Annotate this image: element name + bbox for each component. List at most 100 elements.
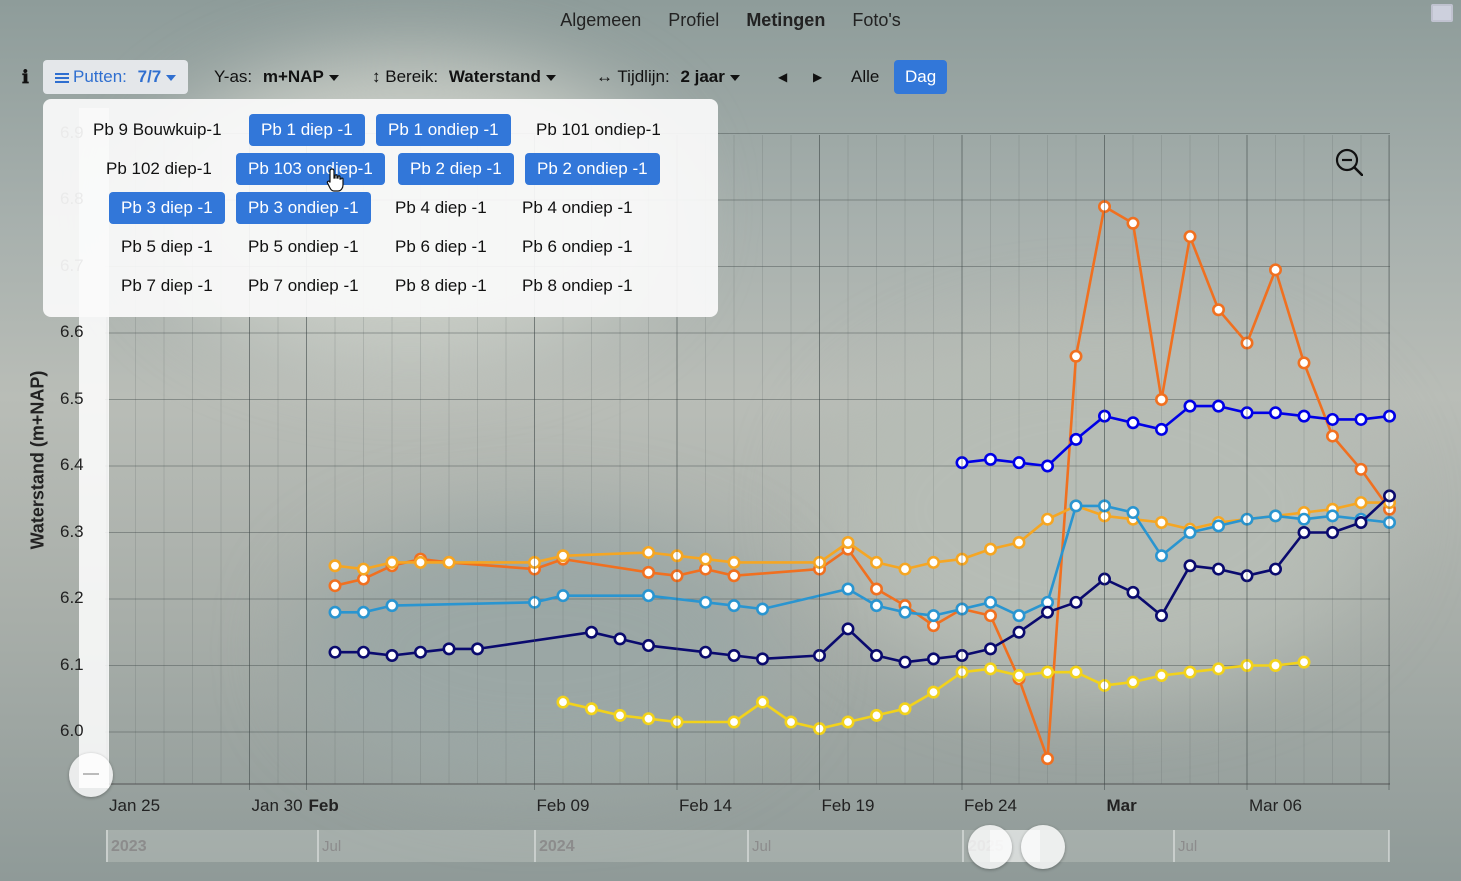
data-point xyxy=(641,565,655,579)
data-point xyxy=(1297,409,1311,423)
data-point xyxy=(556,695,570,709)
info-icon[interactable]: ℹ xyxy=(22,60,29,94)
data-point xyxy=(641,639,655,653)
well-pb-1-diep[interactable]: Pb 1 diep -1 xyxy=(249,114,365,146)
y-scroll-handle[interactable] xyxy=(69,753,113,797)
data-point xyxy=(983,452,997,466)
well-pb-3-diep[interactable]: Pb 3 diep -1 xyxy=(109,192,225,224)
well-pb-8-ondiep[interactable]: Pb 8 ondiep -1 xyxy=(510,270,645,302)
data-point xyxy=(641,545,655,559)
tijdlijn-value: 2 jaar xyxy=(680,67,725,86)
data-point xyxy=(1183,665,1197,679)
data-point xyxy=(1126,675,1140,689)
caret-down-icon xyxy=(729,74,740,81)
data-point xyxy=(584,625,598,639)
data-point xyxy=(356,605,370,619)
data-point xyxy=(983,609,997,623)
x-tick-label: Jan 25 xyxy=(109,796,161,815)
data-point xyxy=(556,589,570,603)
data-point xyxy=(385,599,399,613)
well-pb-5-ondiep[interactable]: Pb 5 ondiep -1 xyxy=(236,231,371,263)
tijdlijn-label: Tijdlijn: xyxy=(617,67,670,86)
well-pb-2-ondiep[interactable]: Pb 2 ondiep -1 xyxy=(525,153,660,185)
next-period-icon[interactable]: ▶ xyxy=(813,60,822,94)
well-pb-102-diep[interactable]: Pb 102 diep-1 xyxy=(94,153,224,185)
well-pb-2-diep[interactable]: Pb 2 diep -1 xyxy=(398,153,514,185)
well-pb-8-diep[interactable]: Pb 8 diep -1 xyxy=(383,270,499,302)
data-point xyxy=(1212,303,1226,317)
data-point xyxy=(755,695,769,709)
well-pb-1-ondiep[interactable]: Pb 1 ondiep -1 xyxy=(376,114,511,146)
overview-label-jul-2023: Jul xyxy=(322,838,342,855)
data-point xyxy=(869,599,883,613)
x-tick-label: Mar xyxy=(1106,796,1137,815)
data-point xyxy=(1155,549,1169,563)
data-point xyxy=(1326,429,1340,443)
series-4 xyxy=(328,489,1397,669)
data-point xyxy=(898,702,912,716)
putten-dropdown-button[interactable]: Putten: 7/7 xyxy=(43,60,189,94)
prev-period-icon[interactable]: ◀ xyxy=(778,60,787,94)
data-point xyxy=(1012,456,1026,470)
x-tick-label: Feb 24 xyxy=(964,796,1017,815)
well-pb-7-ondiep[interactable]: Pb 7 ondiep -1 xyxy=(236,270,371,302)
horizontal-arrows-icon: ↔ xyxy=(596,67,613,86)
data-point xyxy=(385,555,399,569)
data-point xyxy=(1269,263,1283,277)
well-pb-9-bouwkuip[interactable]: Pb 9 Bouwkuip-1 xyxy=(81,114,234,146)
well-pb-4-ondiep[interactable]: Pb 4 ondiep -1 xyxy=(510,192,645,224)
yas-dropdown[interactable]: Y-as: m+NAP xyxy=(214,60,339,94)
x-tick-label: Feb 14 xyxy=(679,796,732,815)
well-pb-5-diep[interactable]: Pb 5 diep -1 xyxy=(109,231,225,263)
data-point xyxy=(1069,595,1083,609)
well-pb-4-diep[interactable]: Pb 4 diep -1 xyxy=(383,192,499,224)
data-point xyxy=(1041,512,1055,526)
tijdlijn-dropdown[interactable]: ↔ Tijdlijn: 2 jaar xyxy=(596,60,740,94)
x-tick-label: Feb 19 xyxy=(821,796,875,815)
data-point xyxy=(727,649,741,663)
data-point xyxy=(1212,662,1226,676)
data-point xyxy=(328,645,342,659)
data-point xyxy=(1326,509,1340,523)
data-point xyxy=(1269,562,1283,576)
putten-dropdown-panel: Pb 9 Bouwkuip-1 Pb 1 diep -1 Pb 1 ondiep… xyxy=(43,99,718,317)
data-point xyxy=(841,622,855,636)
well-pb-6-ondiep[interactable]: Pb 6 ondiep -1 xyxy=(510,231,645,263)
caret-down-icon xyxy=(328,74,339,81)
data-point xyxy=(1183,399,1197,413)
data-point xyxy=(1155,422,1169,436)
well-pb-7-diep[interactable]: Pb 7 diep -1 xyxy=(109,270,225,302)
data-point xyxy=(1183,230,1197,244)
timeline-handle-left[interactable] xyxy=(968,825,1012,869)
data-point xyxy=(926,555,940,569)
zoom-out-icon[interactable] xyxy=(1335,148,1363,176)
y-tick-label: 6.5 xyxy=(60,388,84,408)
timeline-handle-right[interactable] xyxy=(1021,825,1065,869)
bereik-label: Bereik: xyxy=(385,67,439,86)
data-point xyxy=(1126,216,1140,230)
data-point xyxy=(841,535,855,549)
data-point xyxy=(841,582,855,596)
series-2 xyxy=(328,496,1397,576)
well-pb-103-ondiep[interactable]: Pb 103 ondiep-1 xyxy=(236,153,385,185)
overview-label-jul-2025: Jul xyxy=(1178,838,1198,855)
alle-button[interactable]: Alle xyxy=(851,60,879,94)
well-pb-101-ondiep[interactable]: Pb 101 ondiep-1 xyxy=(524,114,673,146)
y-tick-label: 6.4 xyxy=(60,455,84,474)
data-point xyxy=(1212,399,1226,413)
dag-button[interactable]: Dag xyxy=(894,60,948,94)
data-point xyxy=(385,649,399,663)
data-point xyxy=(1069,499,1083,513)
data-point xyxy=(1326,525,1340,539)
data-point xyxy=(926,652,940,666)
data-point xyxy=(898,562,912,576)
data-point xyxy=(1269,509,1283,523)
x-tick-label: Feb 09 xyxy=(536,796,590,815)
data-point xyxy=(1041,665,1055,679)
well-pb-3-ondiep[interactable]: Pb 3 ondiep -1 xyxy=(236,192,371,224)
data-point xyxy=(1155,516,1169,530)
data-point xyxy=(1012,609,1026,623)
well-pb-6-diep[interactable]: Pb 6 diep -1 xyxy=(383,231,499,263)
bereik-dropdown[interactable]: ↕ Bereik: Waterstand xyxy=(372,60,556,94)
data-point xyxy=(698,552,712,566)
